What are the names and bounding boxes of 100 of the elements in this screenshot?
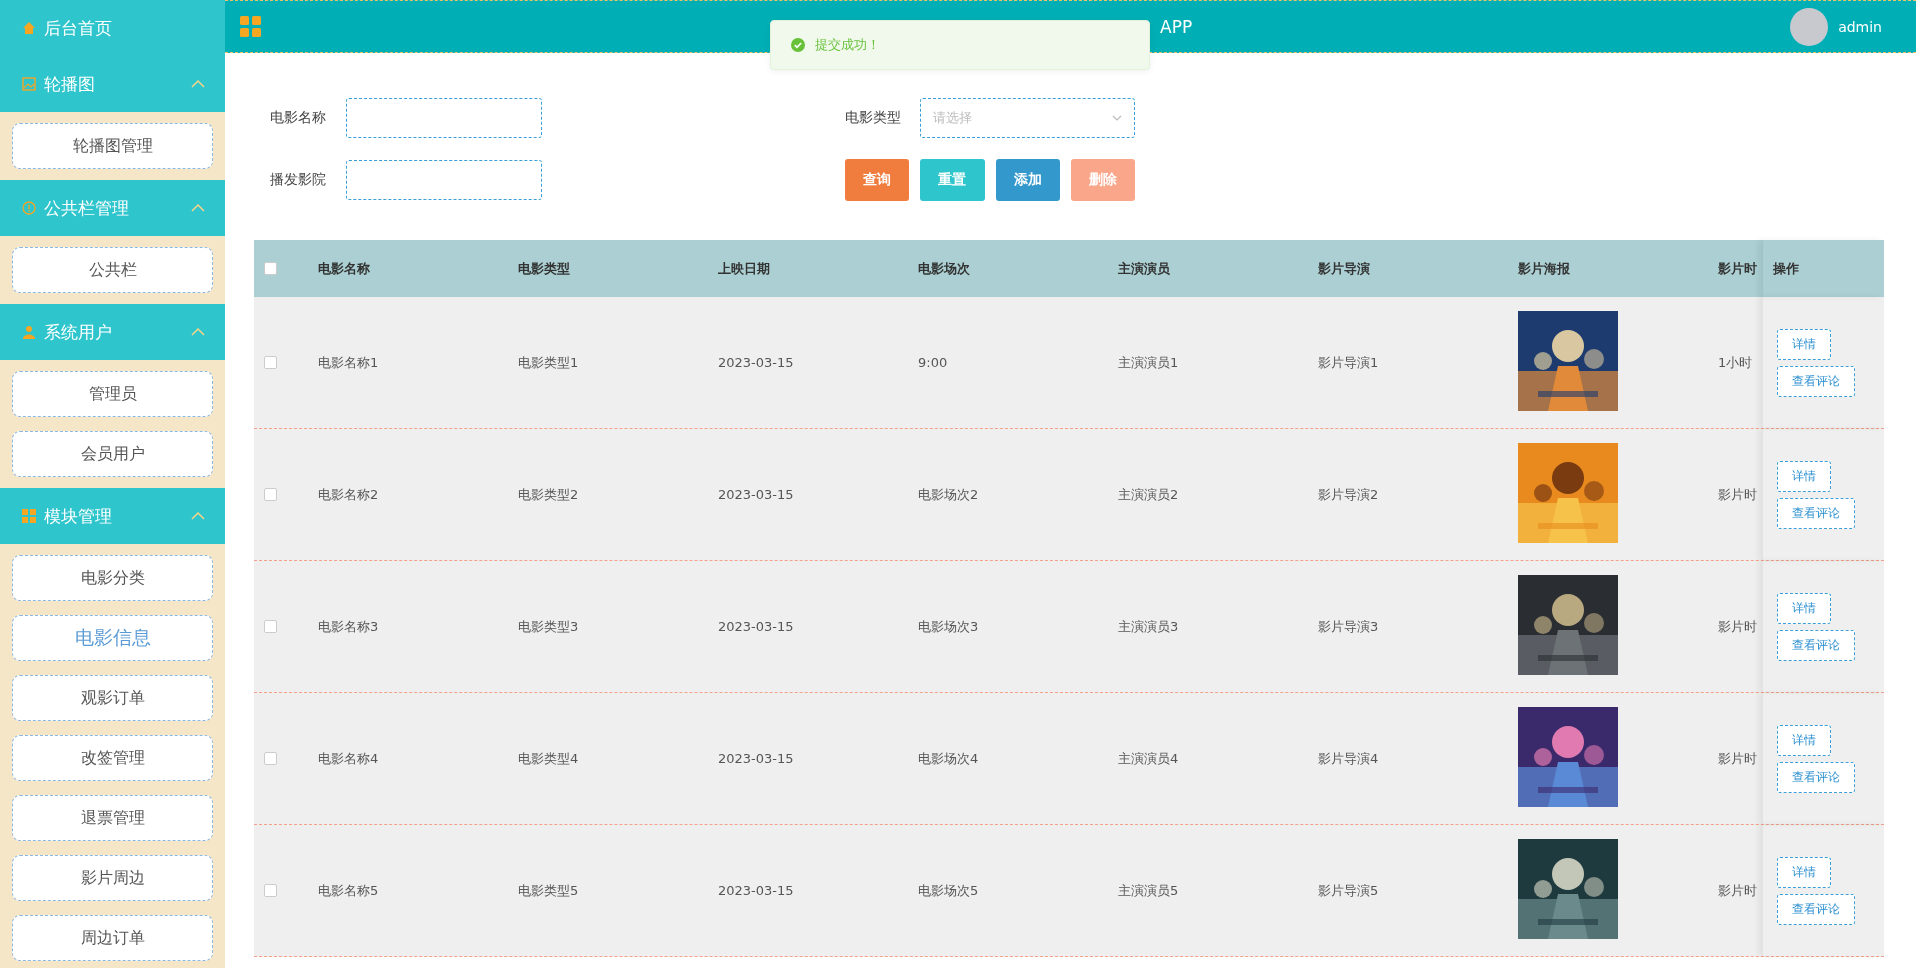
column-header: 主演演员: [1117, 259, 1171, 278]
user-icon: [22, 325, 36, 339]
table-cell-text: 影片导演4: [1317, 749, 1380, 768]
table-cell-text: 1小时: [1717, 353, 1754, 372]
text-field[interactable]: [346, 98, 542, 138]
table-cell-text: 电影场次2: [917, 485, 980, 504]
table-cell-text: 影片时: [1717, 617, 1758, 636]
column-header: 电影名称: [317, 259, 371, 278]
home-icon: [22, 21, 36, 35]
column-header: 影片时: [1717, 259, 1758, 278]
table-cell-text: 电影场次4: [917, 749, 980, 768]
table-cell-text: 电影类型2: [517, 485, 580, 504]
table-cell-text: 2023-03-15: [717, 883, 795, 898]
table-cell-text: 影片导演2: [1317, 485, 1380, 504]
sidebar-item[interactable]: 电影分类: [12, 555, 213, 601]
table-cell-text: 2023-03-15: [717, 355, 795, 370]
sidebar-group-header[interactable]: 系统用户: [0, 304, 225, 360]
row-action-button[interactable]: 详情: [1777, 724, 1831, 756]
column-header: 影片导演: [1317, 259, 1371, 278]
sidebar-home-item[interactable]: 后台首页: [0, 0, 225, 56]
chevron-icon[interactable]: [191, 328, 205, 336]
sidebar-item[interactable]: 管理员: [12, 371, 213, 417]
row-checkbox[interactable]: [264, 620, 277, 633]
sidebar-group-header[interactable]: 公共栏管理: [0, 180, 225, 236]
row-checkbox[interactable]: [264, 884, 277, 897]
sidebar-item[interactable]: 周边订单: [12, 915, 213, 961]
grid-menu-icon[interactable]: [240, 15, 262, 38]
chevron-icon[interactable]: [191, 512, 205, 520]
sidebar-group-header[interactable]: 轮播图: [0, 56, 225, 112]
action-button[interactable]: 重置: [920, 159, 985, 201]
table-cell-text: 主演演员3: [1117, 617, 1180, 636]
field-label: 播发影院: [270, 171, 327, 189]
table-cell-text: 电影类型5: [517, 881, 580, 900]
image-icon: [22, 77, 36, 91]
table-cell-text: 影片导演1: [1317, 353, 1380, 372]
table-cell-text: 影片导演3: [1317, 617, 1380, 636]
check-circle-icon: [791, 38, 805, 52]
text-field[interactable]: [346, 160, 542, 200]
table-cell-text: 电影场次5: [917, 881, 980, 900]
table-cell-text: 影片时: [1717, 881, 1758, 900]
column-header: 影片海报: [1517, 259, 1571, 278]
row-action-button[interactable]: 查看评论: [1777, 893, 1855, 925]
table-cell-text: 影片导演5: [1317, 881, 1380, 900]
select-all-checkbox[interactable]: [264, 262, 277, 275]
sidebar-item[interactable]: 会员用户: [12, 431, 213, 477]
app-title: APP: [1160, 16, 1193, 37]
action-button[interactable]: 删除: [1070, 159, 1135, 201]
sidebar-item[interactable]: 公共栏: [12, 247, 213, 293]
column-header: 上映日期: [717, 259, 771, 278]
chevron-icon[interactable]: [191, 80, 205, 88]
table-cell-text: 2023-03-15: [717, 751, 795, 766]
field-label: 电影名称: [270, 109, 327, 127]
action-button[interactable]: 添加: [995, 159, 1060, 201]
row-action-button[interactable]: 查看评论: [1777, 365, 1855, 397]
sidebar-item[interactable]: 电影信息: [12, 615, 213, 661]
sidebar-item[interactable]: 轮播图管理: [12, 123, 213, 169]
table-cell-text: 电影名称5: [317, 881, 380, 900]
row-action-button[interactable]: 查看评论: [1777, 761, 1855, 793]
row-action-button[interactable]: 详情: [1777, 592, 1831, 624]
row-action-button[interactable]: 查看评论: [1777, 497, 1855, 529]
sidebar-group-header[interactable]: 模块管理: [0, 488, 225, 544]
column-header: 电影场次: [917, 259, 971, 278]
avatar[interactable]: [1790, 7, 1829, 46]
table-cell-text: 影片时: [1717, 749, 1758, 768]
placeholder-text: 请选择: [933, 109, 972, 127]
table-cell-text: 主演演员2: [1117, 485, 1180, 504]
select-field[interactable]: 请选择: [920, 98, 1135, 138]
row-checkbox[interactable]: [264, 488, 277, 501]
column-header: 电影类型: [517, 259, 571, 278]
table-cell-text: 电影类型3: [517, 617, 580, 636]
sidebar-item[interactable]: 退票管理: [12, 795, 213, 841]
row-checkbox[interactable]: [264, 752, 277, 765]
table-cell-text: 主演演员4: [1117, 749, 1180, 768]
table-cell-text: 主演演员1: [1117, 353, 1180, 372]
table-cell-text: 主演演员5: [1117, 881, 1180, 900]
table-cell-text: 9:00: [917, 355, 949, 370]
user-name[interactable]: admin: [1838, 18, 1882, 35]
table-cell-text: 电影名称2: [317, 485, 380, 504]
row-checkbox[interactable]: [264, 356, 277, 369]
sidebar-item[interactable]: 影片周边: [12, 855, 213, 901]
row-action-button[interactable]: 查看评论: [1777, 629, 1855, 661]
sidebar-item[interactable]: 观影订单: [12, 675, 213, 721]
grid-icon: [22, 509, 36, 523]
table-cell-text: 2023-03-15: [717, 487, 795, 502]
table-cell-text: 电影名称1: [317, 353, 380, 372]
toast-message: 提交成功！: [815, 36, 880, 54]
info-icon: [22, 201, 36, 215]
row-action-button[interactable]: 详情: [1777, 856, 1831, 888]
table-cell-text: 电影名称3: [317, 617, 380, 636]
table-cell-text: 电影类型1: [517, 353, 580, 372]
table-cell-text: 电影类型4: [517, 749, 580, 768]
table-cell-text: 电影场次3: [917, 617, 980, 636]
table-cell-text: 电影名称4: [317, 749, 380, 768]
table-cell-text: 2023-03-15: [717, 619, 795, 634]
row-action-button[interactable]: 详情: [1777, 328, 1831, 360]
row-action-button[interactable]: 详情: [1777, 460, 1831, 492]
action-button[interactable]: 查询: [845, 159, 910, 201]
chevron-icon[interactable]: [191, 204, 205, 212]
table-cell-text: 影片时: [1717, 485, 1758, 504]
sidebar-item[interactable]: 改签管理: [12, 735, 213, 781]
